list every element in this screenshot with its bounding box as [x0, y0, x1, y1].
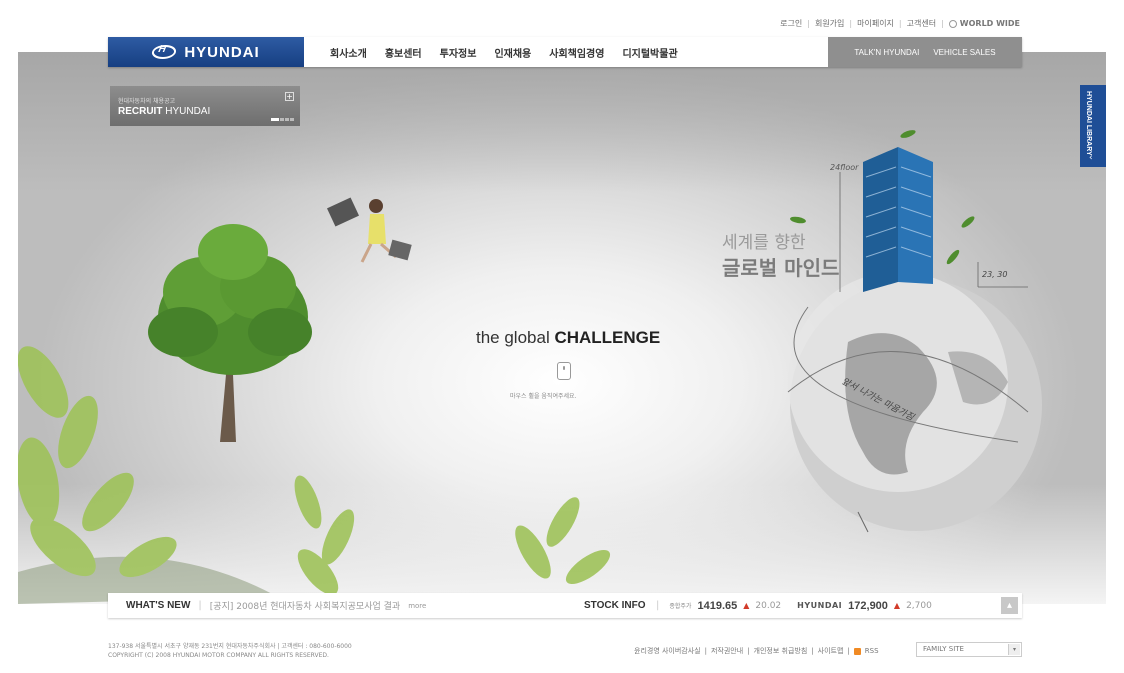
recruit-title-rest: HYUNDAI — [162, 106, 211, 117]
rss-icon — [853, 647, 861, 655]
pager-dot[interactable] — [285, 118, 289, 121]
company-ticker: HYUNDAI — [797, 601, 843, 610]
recruit-banner[interactable]: 현대자동차의 채용공고 RECRUIT HYUNDAI + — [110, 86, 300, 126]
chevron-left-icon: ‹ — [1089, 153, 1093, 163]
chevron-down-icon: ▾ — [1008, 644, 1020, 655]
hyundai-logo[interactable]: HYUNDAI — [108, 37, 304, 67]
scroll-hint: 마우스 휠을 움직여주세요. — [510, 393, 577, 400]
pager-dot[interactable] — [290, 118, 294, 121]
menu-csr[interactable]: 사회책임경영 — [549, 45, 604, 60]
info-bar: WHAT'S NEW | [공지] 2008년 현대자동차 사회복지공모사업 결… — [108, 593, 1022, 618]
divider: | — [656, 600, 660, 611]
world-wide-link[interactable]: WORLD WIDE — [948, 19, 1020, 28]
divider: | — [198, 600, 202, 611]
info-bar-toggle-button[interactable]: ▴ — [1001, 597, 1018, 614]
vehicle-sales-link[interactable]: VEHICLE SALES — [933, 48, 995, 57]
footer-copyright: COPYRIGHT (C) 2008 HYUNDAI MOTOR COMPANY… — [108, 652, 329, 659]
rss-link[interactable]: RSS — [865, 647, 879, 655]
library-tab-label: HYUNDAI LIBRARY — [1085, 91, 1092, 156]
copyright-link[interactable]: 저작권안내 — [711, 646, 743, 656]
customer-center-link[interactable]: 고객센터 — [907, 18, 936, 29]
hyundai-library-tab[interactable]: HYUNDAI LIBRARY ‹ — [1080, 85, 1106, 167]
talkn-hyundai-link[interactable]: TALK'N HYUNDAI — [854, 48, 919, 57]
menu-investor[interactable]: 투자정보 — [440, 45, 477, 60]
menu-pr-center[interactable]: 홍보센터 — [385, 45, 422, 60]
utility-links: 로그인 | 회원가입 | 마이페이지 | 고객센터 | WORLD WIDE — [780, 18, 1020, 29]
page: 로그인| 회원가입| 마이페이지| 고객센터| WORLD WIDE HYUND… — [0, 0, 1124, 673]
stock-info: | 종합주가 1419.65 ▲ 20.02 HYUNDAI 172,900 ▲… — [656, 600, 932, 612]
whats-new-title: WHAT'S NEW — [126, 600, 191, 611]
sitemap-link[interactable]: 사이트맵 — [818, 646, 844, 656]
recruit-title: RECRUIT HYUNDAI — [118, 106, 210, 117]
company-change: 2,700 — [906, 600, 932, 611]
recruit-caption: 현대자동차의 채용공고 — [118, 98, 176, 105]
stock-info-title: STOCK INFO — [584, 600, 646, 611]
pager-dot[interactable] — [280, 118, 284, 121]
menu-recruit[interactable]: 인재채용 — [494, 45, 531, 60]
index-value: 1419.65 — [697, 599, 738, 612]
nav-right-links: TALK'N HYUNDAI VEHICLE SALES — [828, 37, 1022, 67]
hyundai-emblem-icon — [150, 45, 178, 59]
join-link[interactable]: 회원가입 — [815, 18, 844, 29]
hero-headline: the global CHALLENGE — [476, 328, 660, 348]
main-navigation: HYUNDAI 회사소개 홍보센터 투자정보 인재채용 사회책임경영 디지털박물… — [108, 37, 1022, 67]
company-value: 172,900 — [848, 599, 888, 612]
handwritten-floor-note: 24floor — [830, 163, 859, 172]
up-arrow-icon: ▲ — [743, 601, 750, 610]
family-site-select[interactable]: FAMILY SITE ▾ — [916, 642, 1022, 657]
headline-bold: CHALLENGE — [554, 328, 661, 347]
pager-dot-active[interactable] — [271, 118, 279, 121]
recruit-title-bold: RECRUIT — [118, 106, 163, 117]
globe-icon — [948, 19, 957, 28]
family-site-label: FAMILY SITE — [923, 645, 964, 653]
girl-with-flags — [326, 197, 412, 263]
whats-new-headline[interactable]: [공지] 2008년 현대자동차 사회복지공모사업 결과 — [210, 599, 400, 612]
hero-slogan-line2: 글로벌 마인드 — [722, 256, 840, 280]
hero-slogan-line1: 세계를 향한 — [722, 233, 806, 253]
privacy-link[interactable]: 개인정보 취급방침 — [754, 646, 808, 656]
world-wide-label: WORLD WIDE — [959, 19, 1020, 28]
index-label: 종합주가 — [669, 603, 692, 610]
handwritten-measure-note: 23, 30 — [982, 270, 1008, 279]
recruit-pager[interactable] — [271, 118, 294, 121]
mouse-icon — [557, 362, 571, 380]
mypage-link[interactable]: 마이페이지 — [857, 18, 894, 29]
gnb-menu: 회사소개 홍보센터 투자정보 인재채용 사회책임경영 디지털박물관 — [330, 45, 678, 60]
headline-light: the global — [476, 328, 555, 347]
menu-digital-museum[interactable]: 디지털박물관 — [622, 45, 677, 60]
whats-new-more-link[interactable]: more — [408, 602, 426, 610]
footer-address: 137-938 서울특별시 서초구 양재동 231번지 현대자동차주식회사 | … — [108, 643, 352, 650]
ethics-link[interactable]: 윤리경영 사이버감사실 — [634, 646, 701, 656]
login-link[interactable]: 로그인 — [780, 18, 802, 29]
brand-name: HYUNDAI — [184, 43, 260, 61]
up-arrow-icon: ▲ — [893, 601, 901, 610]
globe-illustration — [787, 272, 1042, 533]
menu-company[interactable]: 회사소개 — [330, 45, 367, 60]
foreground-leaves — [18, 346, 611, 604]
index-change: 20.02 — [755, 600, 782, 611]
tree-illustration — [148, 224, 312, 442]
footer-links: 윤리경영 사이버감사실 | 저작권안내 | 개인정보 취급방침 | 사이트맵 | RSS — [634, 646, 879, 656]
plus-icon[interactable]: + — [285, 92, 294, 101]
